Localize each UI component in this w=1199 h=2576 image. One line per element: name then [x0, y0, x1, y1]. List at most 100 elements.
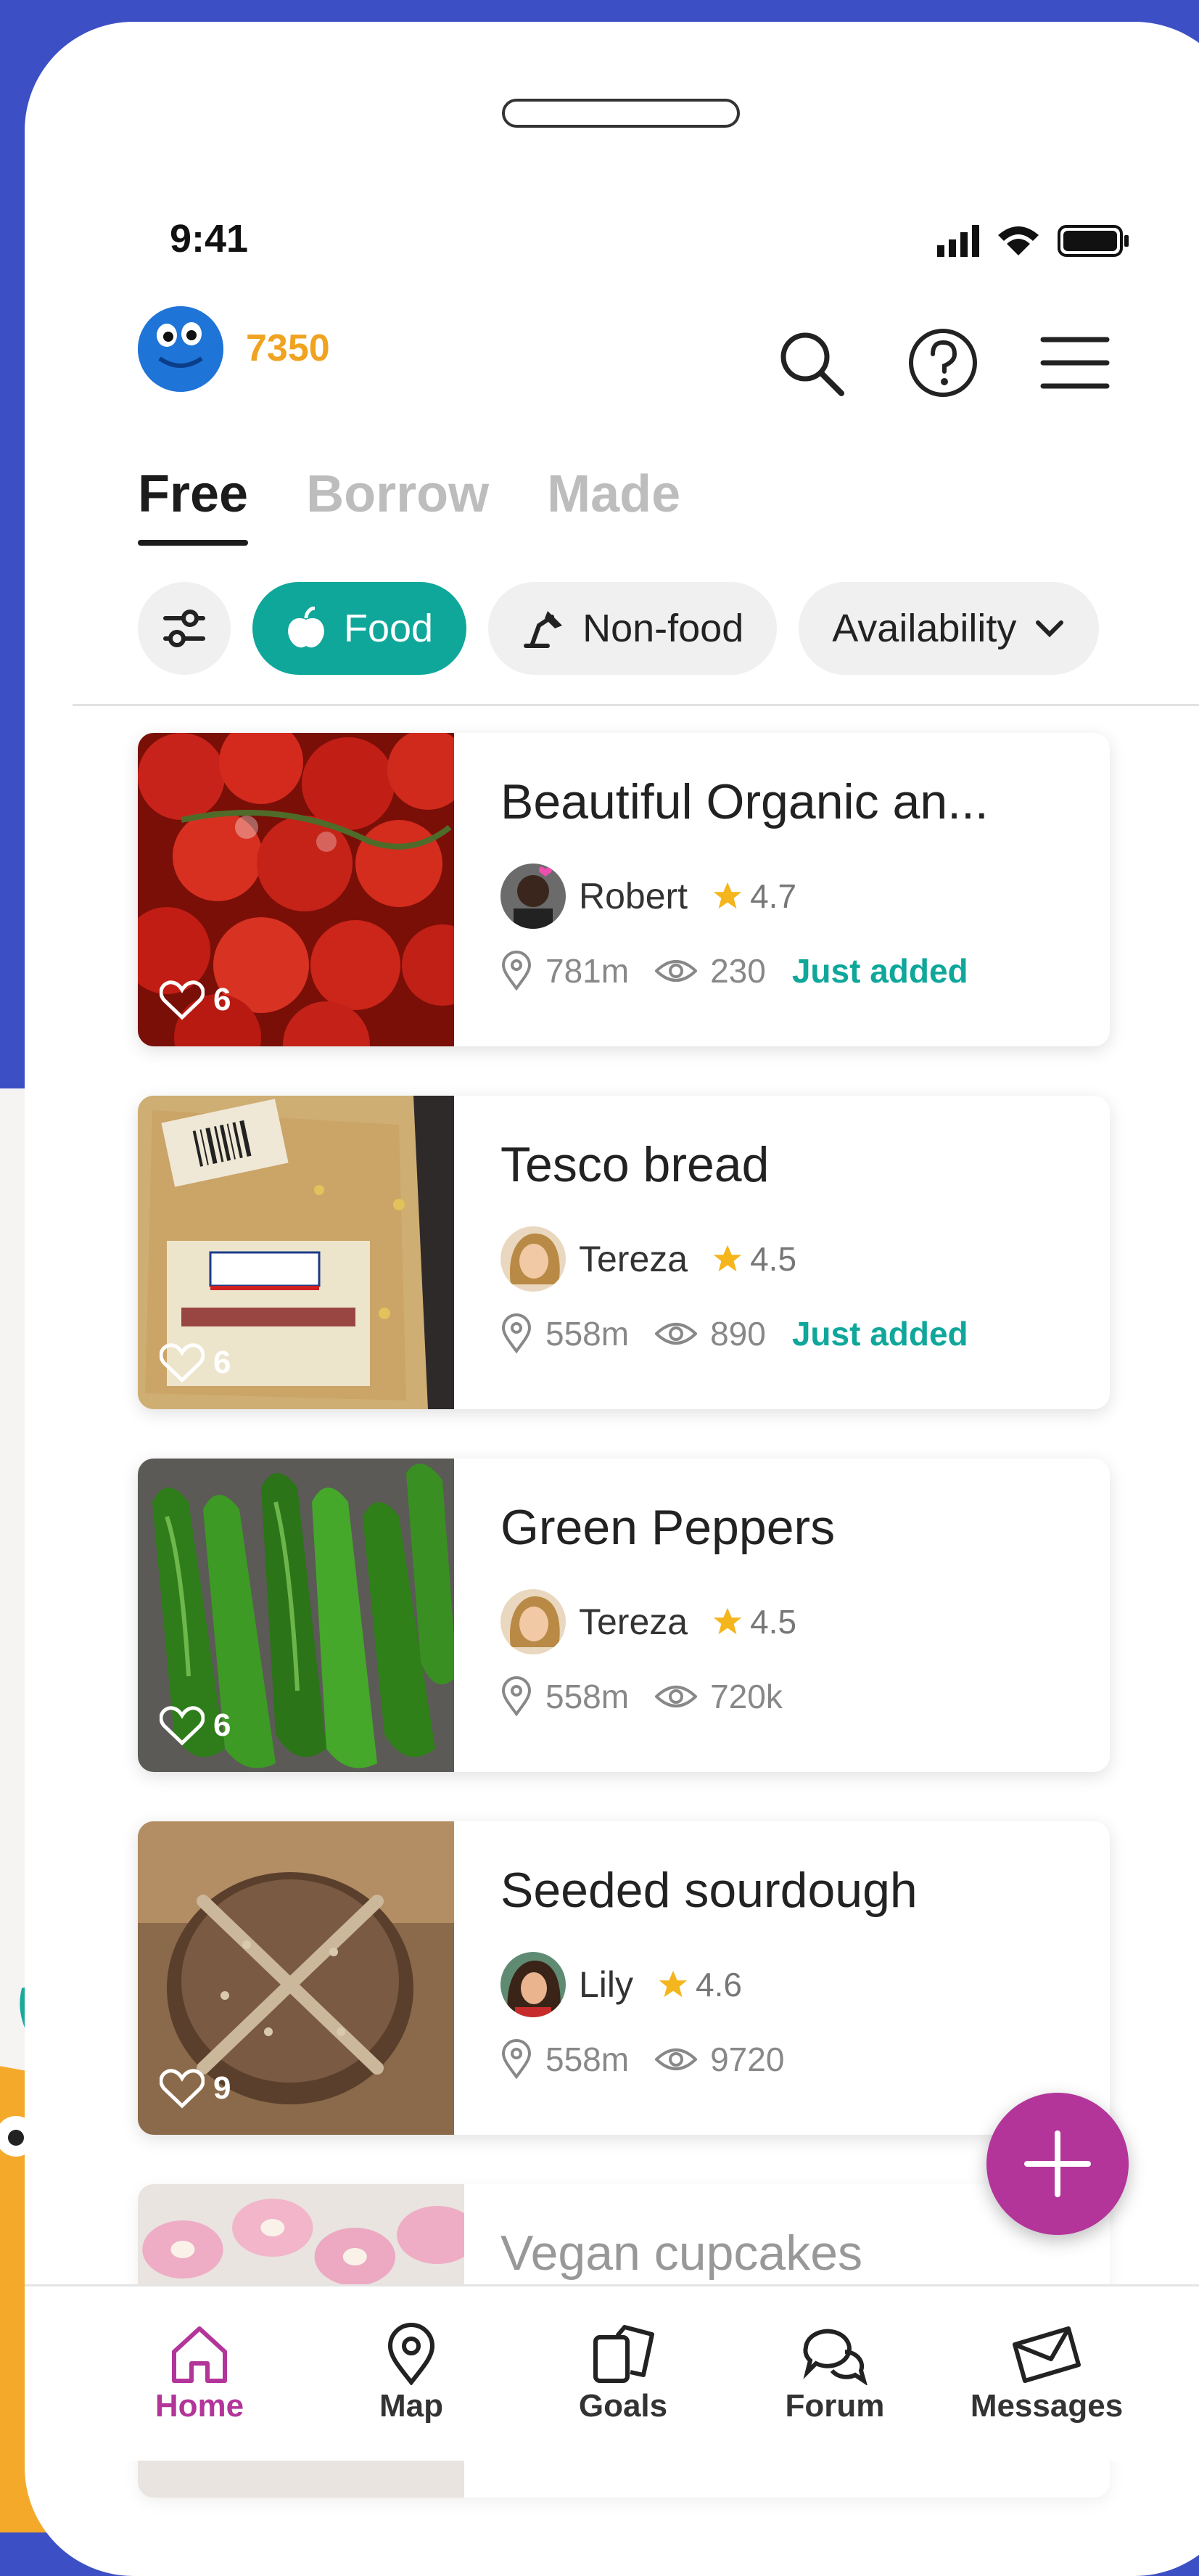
listing-user: Lily 4.6: [500, 1952, 742, 2017]
chevron-down-icon: [1036, 620, 1064, 638]
view-count: 890: [710, 1315, 766, 1353]
heart-icon: [160, 2069, 205, 2109]
listing-title: Vegan cupcakes: [500, 2226, 863, 2281]
user-name: Tereza: [579, 1601, 688, 1642]
goals-icon: [593, 2325, 654, 2383]
star-icon: [713, 882, 742, 909]
listing-title: Tesco bread: [500, 1137, 770, 1192]
distance: 558m: [545, 2040, 630, 2078]
listing-meta: 558m 890 Just added: [500, 1313, 968, 1354]
view-count: 720k: [710, 1678, 783, 1715]
nav-forum[interactable]: Forum: [751, 2323, 918, 2424]
location-pin-icon: [501, 1313, 532, 1354]
filter-chip-non-food[interactable]: Non-food: [488, 582, 778, 675]
rating-value: 4.7: [750, 877, 797, 915]
nav-label: Messages: [970, 2388, 1124, 2424]
tab-free[interactable]: Free: [138, 464, 249, 546]
rating-value: 4.5: [750, 1603, 797, 1641]
star-icon: [713, 1244, 742, 1272]
like-count: 6: [213, 1345, 231, 1380]
listing-user: Tereza 4.5: [500, 1226, 796, 1292]
location-pin-icon: [501, 2039, 532, 2080]
nav-label: Home: [154, 2388, 244, 2424]
user-avatar-robert: [500, 864, 566, 929]
user-avatar-tereza: [500, 1226, 566, 1292]
eye-icon: [655, 960, 698, 982]
listing-card[interactable]: 6 Tesco bread Tereza 4.5 558m 890 Just a…: [138, 1096, 1110, 1409]
like-counter[interactable]: 9: [160, 2068, 231, 2109]
filter-chip-label: Availability: [832, 607, 1017, 650]
like-count: 6: [213, 982, 231, 1017]
view-count: 9720: [710, 2040, 785, 2078]
nav-map[interactable]: Map: [328, 2323, 495, 2424]
tab-made[interactable]: Made: [547, 464, 680, 524]
status-badge: Just added: [791, 1315, 968, 1353]
heart-icon: [160, 1343, 205, 1383]
tab-borrow[interactable]: Borrow: [306, 464, 489, 524]
rating: 4.5: [711, 1602, 796, 1641]
rating: 4.5: [711, 1239, 796, 1279]
status-time: 9:41: [170, 217, 249, 261]
like-counter[interactable]: 6: [160, 1705, 231, 1746]
heart-icon: [160, 980, 205, 1020]
like-count: 6: [213, 1707, 231, 1743]
like-counter[interactable]: 6: [160, 980, 231, 1020]
distance: 781m: [545, 952, 630, 990]
user-avatar-lily: [500, 1952, 566, 2017]
listing-title: Seeded sourdough: [500, 1863, 918, 1918]
user-avatar-tereza: [500, 1589, 566, 1654]
filter-settings-button[interactable]: [138, 582, 231, 675]
add-listing-button[interactable]: [986, 2093, 1129, 2235]
listing-user: Robert 4.7: [500, 864, 796, 929]
user-name: Robert: [579, 876, 688, 916]
filter-chip-availability[interactable]: Availability: [799, 582, 1100, 675]
user-avatar[interactable]: [138, 306, 223, 392]
nav-messages[interactable]: Messages: [963, 2323, 1130, 2424]
listing-card[interactable]: 9 Seeded sourdough Lily 4.6 558m 9720: [138, 1821, 1110, 2135]
search-icon[interactable]: [775, 327, 847, 399]
menu-icon[interactable]: [1039, 327, 1111, 399]
points-counter: 7350: [246, 327, 330, 369]
nav-label: Map: [379, 2388, 443, 2424]
eye-icon: [655, 2048, 698, 2070]
listing-user: Tereza 4.5: [500, 1589, 796, 1654]
distance: 558m: [545, 1678, 630, 1715]
nav-label: Goals: [578, 2388, 668, 2424]
plus-icon: [1024, 2130, 1091, 2197]
heart-icon: [160, 1706, 205, 1746]
status-badge: Just added: [791, 952, 968, 990]
sliders-icon: [163, 610, 205, 647]
listing-meta: 781m 230 Just added: [500, 951, 968, 991]
star-icon: [659, 1970, 688, 1998]
rating-value: 4.5: [750, 1240, 797, 1278]
eye-icon: [655, 1323, 698, 1345]
eye-icon: [655, 1686, 698, 1707]
filter-chip-label: Non-food: [582, 607, 744, 650]
view-count: 230: [710, 952, 766, 990]
filter-chip-label: Food: [344, 607, 434, 650]
distance: 558m: [545, 1315, 630, 1353]
envelope-icon: [1013, 2326, 1081, 2383]
phone-notch: [502, 99, 740, 128]
nav-goals[interactable]: Goals: [540, 2323, 706, 2424]
location-pin-icon: [501, 1676, 532, 1717]
filter-divider: [73, 704, 1199, 706]
listing-card[interactable]: 6 Beautiful Organic an... Robert 4.7 781…: [138, 733, 1110, 1046]
location-pin-icon: [501, 951, 532, 991]
rating: 4.7: [711, 877, 796, 916]
phone-frame: 9:41 7350 Free Borrow Made Food Non-food…: [25, 22, 1199, 2576]
listing-meta: 558m 720k: [500, 1676, 783, 1717]
map-pin-icon: [387, 2323, 435, 2385]
user-name: Lily: [579, 1964, 634, 2005]
listing-title: Green Peppers: [500, 1500, 836, 1555]
listing-card[interactable]: 6 Green Peppers Tereza 4.5 558m 720k: [138, 1459, 1110, 1772]
help-icon[interactable]: [907, 327, 979, 399]
star-icon: [713, 1607, 742, 1635]
like-counter[interactable]: 6: [160, 1342, 231, 1383]
rating: 4.6: [656, 1965, 742, 2004]
forum-icon: [803, 2329, 868, 2385]
rating-value: 4.6: [696, 1966, 742, 2003]
filter-bar: Food Non-food Availability: [138, 582, 1100, 675]
nav-home[interactable]: Home: [116, 2323, 283, 2424]
filter-chip-food[interactable]: Food: [252, 582, 467, 675]
